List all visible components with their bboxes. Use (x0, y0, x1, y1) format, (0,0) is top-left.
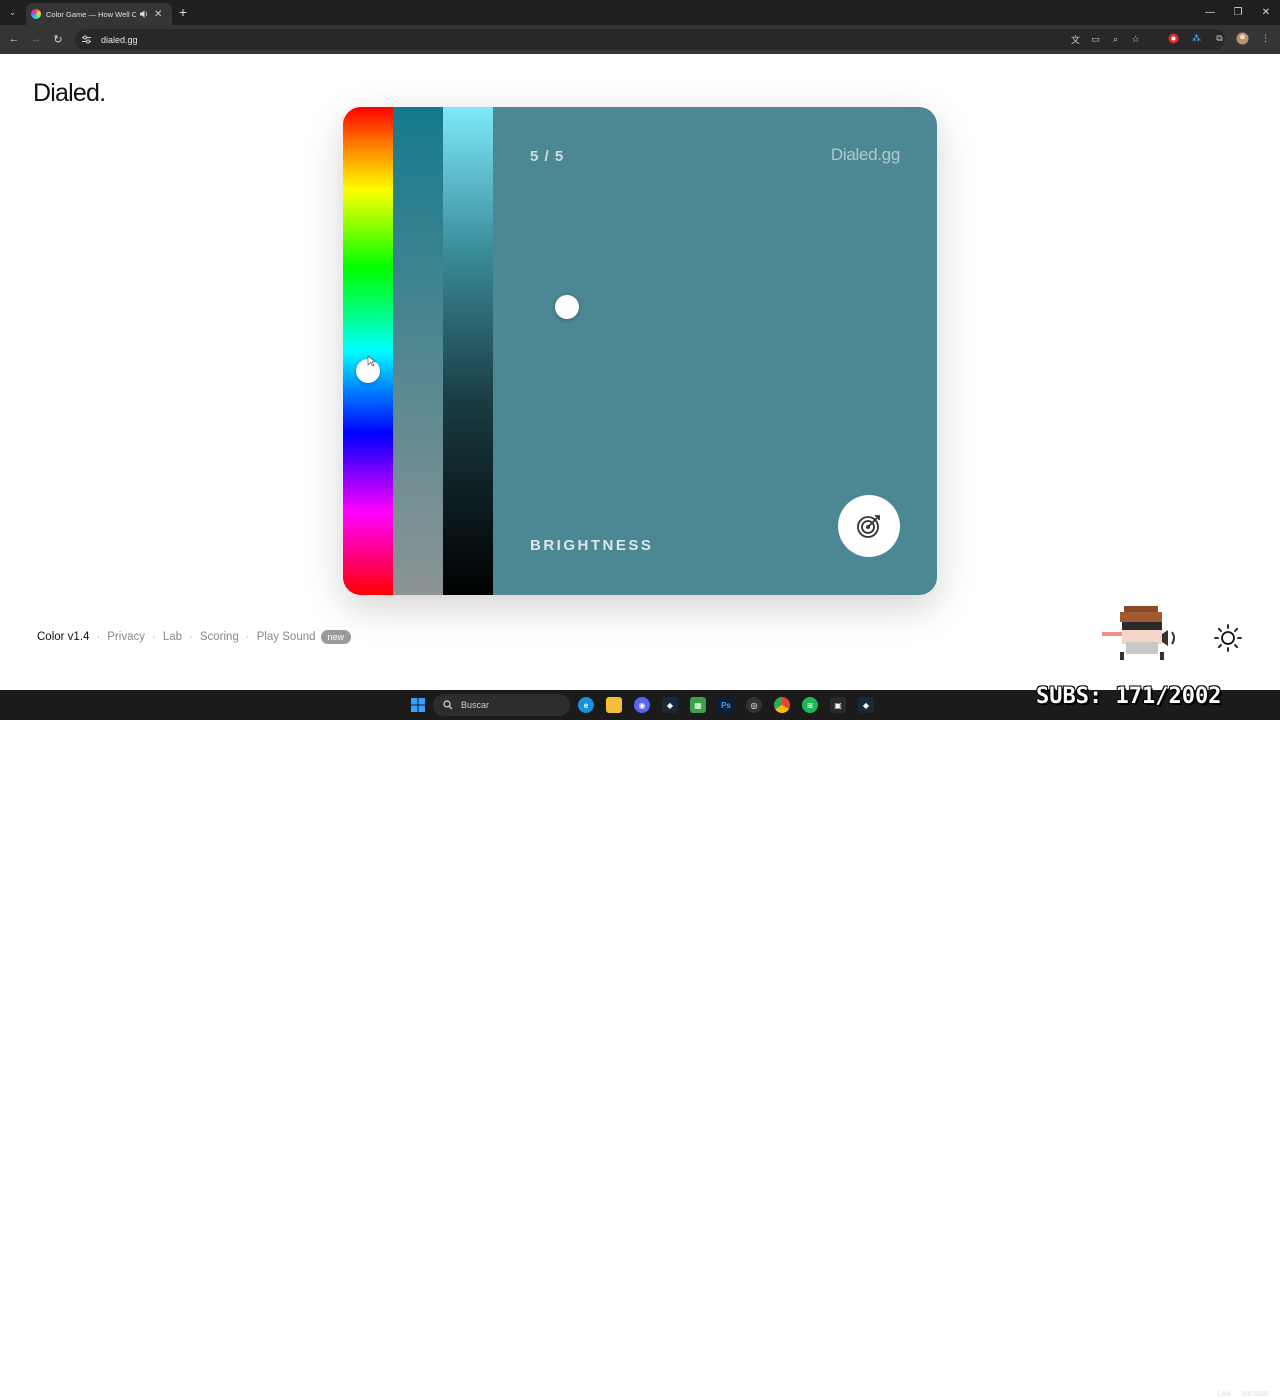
tray-date[interactable]: 3/4/2026 (1241, 1391, 1268, 1398)
active-tab[interactable]: Color Game — How Well C... ✕ (26, 3, 172, 25)
steam-icon[interactable]: ◆ (662, 697, 678, 713)
url-text: dialed.gg (101, 34, 138, 45)
browser-tab-bar: ⌄ Color Game — How Well C... ✕ + — ❐ ✕ (0, 0, 1280, 25)
saturation-slider[interactable] (393, 107, 480, 595)
speaker-icon[interactable] (139, 9, 149, 19)
footer-link-scoring[interactable]: Scoring (200, 631, 239, 643)
footer-link-privacy[interactable]: Privacy (107, 631, 145, 643)
submit-guess-button[interactable] (838, 495, 900, 557)
new-tab-icon[interactable]: + (175, 4, 191, 20)
version-label: Color v1.4 (37, 631, 90, 643)
file-explorer-icon[interactable] (606, 697, 622, 713)
minecraft-icon[interactable]: ▦ (690, 697, 706, 713)
round-counter: 5 / 5 (530, 148, 565, 165)
brightness-slider-handle[interactable] (555, 295, 579, 319)
profile-avatar-icon[interactable] (1236, 32, 1249, 45)
site-logo[interactable]: Dialed. (33, 79, 106, 108)
address-bar[interactable]: dialed.gg 文 ▭ ⌕ ☆ (75, 29, 1225, 50)
extensions-puzzle-icon[interactable]: ⧉ (1213, 32, 1226, 45)
site-settings-icon[interactable] (80, 34, 92, 46)
color-wheel-favicon-icon (31, 9, 41, 19)
footer: Color v1.4 · Privacy · Lab · Scoring · P… (37, 630, 352, 644)
browser-toolbar: ← → ↻ dialed.gg 文 ▭ ⌕ ☆ ⁂ ⧉ ⋮ (0, 25, 1280, 54)
system-tray: LAA 3/4/2026 (1218, 1391, 1268, 1398)
tab-close-icon[interactable]: ✕ (154, 9, 162, 20)
new-badge: new (320, 630, 352, 644)
subs-counter-overlay: SUBS: 171/2002 (1036, 684, 1222, 709)
sun-theme-toggle-icon[interactable] (1214, 624, 1242, 652)
search-icon (443, 700, 453, 710)
obs-icon[interactable]: ◎ (746, 697, 762, 713)
tray-language[interactable]: LAA (1218, 1391, 1231, 1398)
photoshop-icon[interactable]: Ps (718, 697, 734, 713)
discord-icon[interactable]: ◉ (634, 697, 650, 713)
steam-alt-icon[interactable]: ◆ (858, 697, 874, 713)
window-close-icon[interactable]: ✕ (1252, 0, 1280, 25)
extension-translate-icon[interactable]: ⁂ (1190, 32, 1203, 45)
tab-title: Color Game — How Well C... (46, 9, 136, 19)
game-card: 5 / 5 Dialed.gg BRIGHTNESS (343, 107, 937, 595)
forward-icon[interactable]: → (29, 32, 43, 46)
card-brand: Dialed.gg (830, 145, 900, 164)
pointer-cursor-icon (367, 355, 377, 367)
minimize-icon[interactable]: — (1196, 0, 1224, 25)
footer-link-play-sound[interactable]: Play Sound (257, 631, 316, 643)
taskbar-search[interactable]: Buscar (433, 694, 570, 716)
target-dial-icon (857, 515, 880, 538)
reload-icon[interactable]: ↻ (51, 32, 65, 46)
hue-slider[interactable] (343, 107, 393, 595)
restore-icon[interactable]: ❐ (1224, 0, 1252, 25)
translate-icon[interactable]: 文 (1070, 34, 1081, 45)
menu-kebab-icon[interactable]: ⋮ (1259, 32, 1272, 45)
tab-list-icon[interactable]: ⌄ (5, 5, 20, 20)
mode-label: BRIGHTNESS (530, 537, 654, 554)
bookmark-star-icon[interactable]: ☆ (1130, 34, 1141, 45)
footer-link-lab[interactable]: Lab (163, 631, 182, 643)
zoom-icon[interactable]: ⌕ (1110, 34, 1121, 45)
brightness-slider[interactable] (443, 107, 579, 595)
chrome-icon[interactable] (774, 697, 790, 713)
back-icon[interactable]: ← (7, 32, 21, 46)
extension-red-icon[interactable] (1167, 32, 1180, 45)
app-window-icon[interactable]: ▣ (830, 697, 846, 713)
cast-icon[interactable]: ▭ (1090, 34, 1101, 45)
taskbar-search-placeholder: Buscar (461, 700, 490, 710)
edge-icon[interactable]: e (578, 697, 594, 713)
pixel-avatar-icon (1102, 606, 1175, 660)
spotify-icon[interactable]: ≋ (802, 697, 818, 713)
windows-start-icon[interactable] (411, 698, 425, 712)
